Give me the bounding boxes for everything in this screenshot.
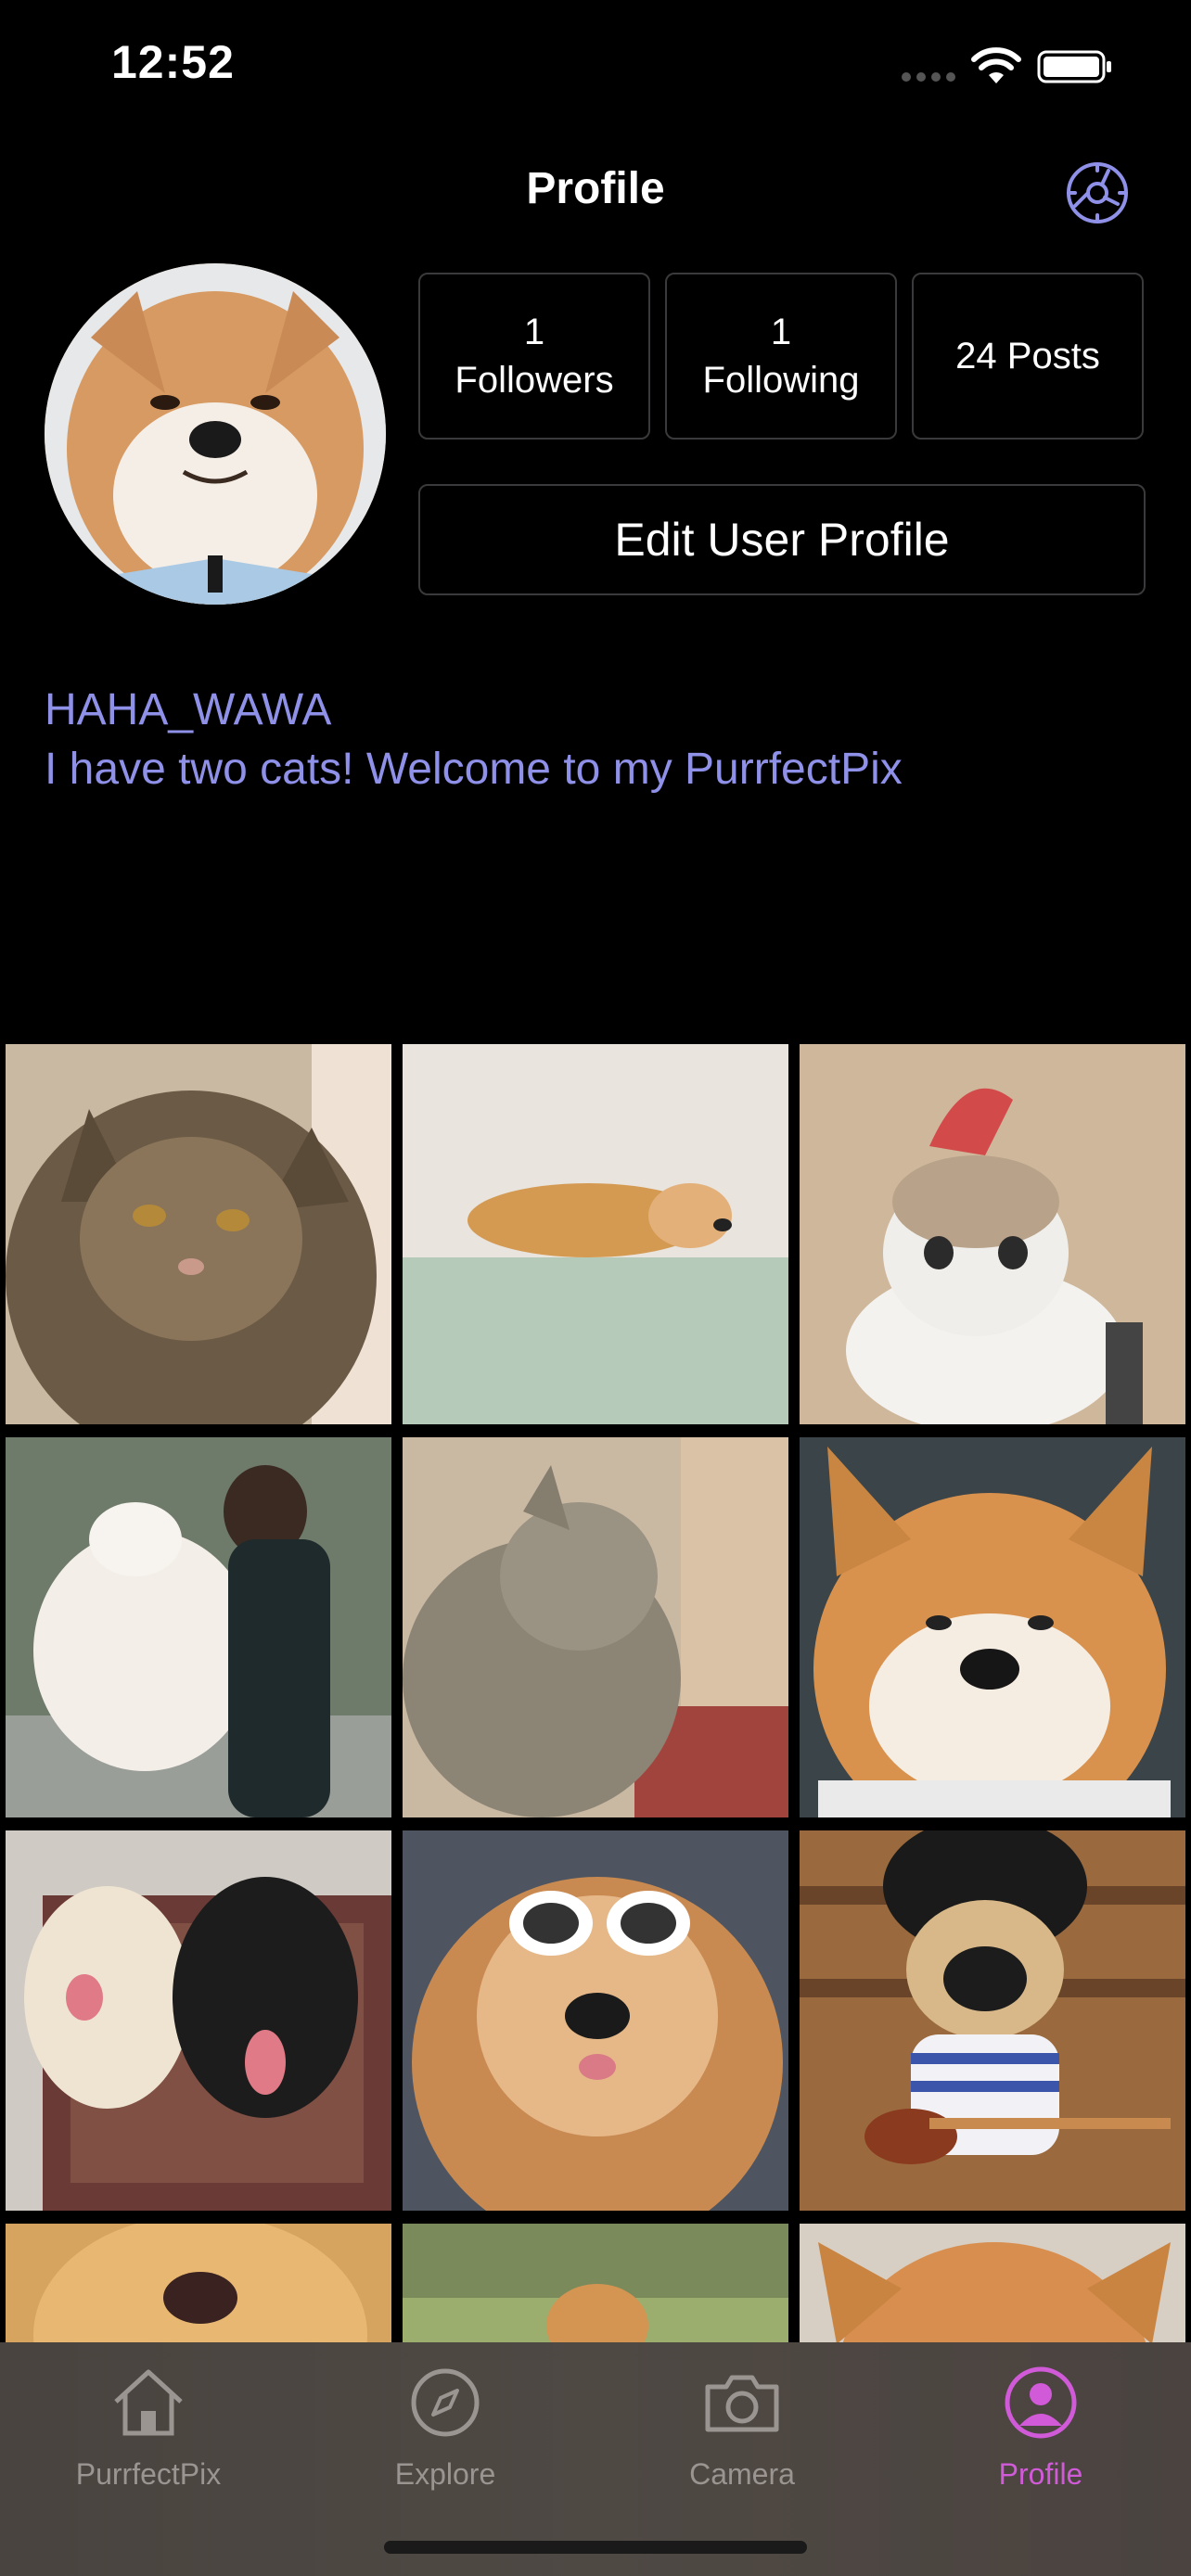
tab-label: Explore [394, 2457, 496, 2491]
battery-icon [1037, 50, 1111, 83]
tab-label: Profile [998, 2457, 1083, 2491]
status-time: 12:52 [111, 36, 235, 88]
tab-purrfectpix[interactable]: PurrfectPix [0, 2361, 297, 2509]
page-title: Profile [526, 164, 665, 213]
username: HAHA_WAWA [45, 685, 332, 734]
photo-tile[interactable] [800, 2224, 1185, 2342]
edit-profile-button[interactable]: Edit User Profile [418, 484, 1146, 595]
photo-tile[interactable] [800, 1437, 1185, 1817]
photo-tile[interactable] [6, 1437, 391, 1817]
compass-icon [411, 2368, 480, 2437]
tab-label: PurrfectPix [75, 2457, 222, 2491]
status-bar: 12:52 [0, 0, 1191, 139]
bio-text: I have two cats! Welcome to my PurrfectP… [45, 745, 903, 794]
profile-icon [1005, 2366, 1077, 2439]
cellular-signal-icon [902, 72, 955, 82]
photo-tile[interactable] [403, 2224, 788, 2342]
wifi-icon [971, 47, 1021, 83]
home-indicator [384, 2541, 807, 2554]
photo-tile[interactable] [403, 1437, 788, 1817]
posts-button[interactable]: 24 Posts [912, 273, 1144, 440]
avatar[interactable] [45, 263, 386, 605]
tab-camera[interactable]: Camera [594, 2361, 890, 2509]
tab-label: Camera [689, 2457, 795, 2491]
following-label: Following [702, 360, 860, 401]
photo-tile[interactable] [6, 2224, 391, 2342]
photo-tile[interactable] [403, 1830, 788, 2211]
followers-button[interactable]: 1 Followers [418, 273, 650, 440]
photo-grid [6, 1044, 1185, 2342]
tab-profile[interactable]: Profile [892, 2361, 1189, 2509]
posts-label: 24 Posts [955, 336, 1100, 376]
followers-count: 1 [523, 312, 545, 352]
following-button[interactable]: 1 Following [665, 273, 897, 440]
photo-tile[interactable] [6, 1044, 391, 1424]
photo-tile[interactable] [800, 1830, 1185, 2211]
followers-label: Followers [455, 360, 614, 401]
tab-explore[interactable]: Explore [297, 2361, 594, 2509]
photo-tile[interactable] [6, 1830, 391, 2211]
photo-tile[interactable] [403, 1044, 788, 1424]
camera-icon [705, 2375, 779, 2432]
photo-tile[interactable] [800, 1044, 1185, 1424]
following-count: 1 [770, 312, 792, 352]
gear-icon[interactable] [1062, 158, 1133, 228]
home-icon [114, 2369, 183, 2436]
